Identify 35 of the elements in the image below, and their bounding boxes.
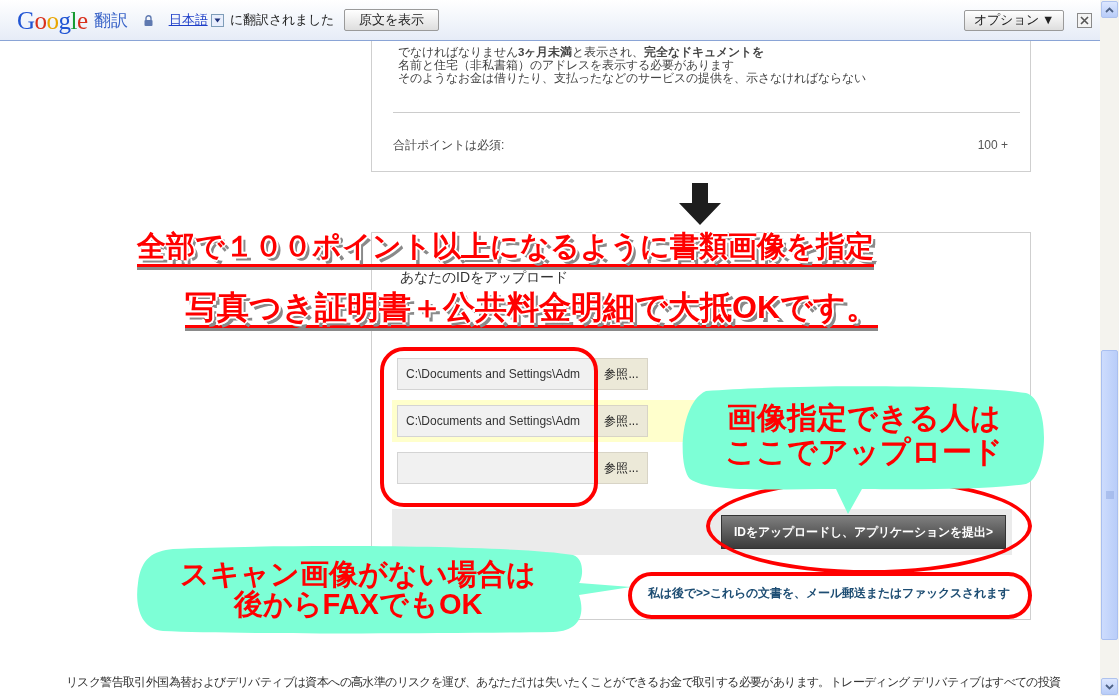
scrollbar-thumb[interactable] [1101, 350, 1118, 640]
browse-button[interactable]: 参照... [595, 405, 648, 437]
show-original-button[interactable]: 原文を表示 [343, 9, 439, 31]
language-link[interactable]: 日本語 [168, 10, 208, 30]
service-label: 翻訳 [93, 11, 128, 29]
callout-text: 画像指定できる人は ここでアップロード [724, 401, 1004, 469]
scroll-down-button[interactable] [1101, 678, 1118, 695]
dropdown-icon[interactable] [210, 13, 224, 27]
annotation-banner-text: 全部で１００ポイント以上になるように書類画像を指定 [137, 228, 874, 267]
requirement-text: でなければなりません3ヶ月未満と表示され、完全なドキュメントを [398, 46, 766, 59]
callout-text: スキャン画像がない場合は 後からFAXでもOK [179, 559, 537, 619]
chevron-up-icon [1105, 6, 1114, 13]
requirement-text: そのようなお金は借りたり、支払ったなどのサービスの提供を、示さなければならない [398, 72, 867, 85]
browse-button[interactable]: 参照... [595, 452, 648, 484]
disclaimer-text: リスク警告取引外国為替およびデリバティブは資本への高水準のリスクを運び、あなただけは失いたくことができるお金で取引する必要があります。トレーディング デリバティブはすべての投資 [66, 675, 1061, 689]
close-icon[interactable] [1077, 12, 1092, 28]
file-path-field[interactable]: C:\Documents and Settings\Adm [397, 358, 595, 390]
file-path-field[interactable] [397, 452, 595, 484]
status-text: に翻訳されました [229, 11, 334, 30]
total-points-value: 100 + [977, 138, 1008, 152]
mail-later-link[interactable]: 私は後で>>これらの文書を、メール郵送またはファックスされます [648, 586, 1010, 600]
grip-icon [1105, 491, 1114, 499]
annotation-banner-text: 写真つき証明書＋公共料金明細で大抵OKです。 [185, 289, 878, 328]
total-points-label: 合計ポイントは必須: [393, 138, 505, 152]
chevron-down-icon [1105, 683, 1114, 690]
section-heading: あなたのIDをアップロード [400, 269, 568, 285]
submit-button[interactable]: IDをアップロードし、アプリケーションを提出> [721, 515, 1006, 549]
file-path-field[interactable]: C:\Documents and Settings\Adm [397, 405, 595, 437]
options-button[interactable]: オプション ▼ [964, 9, 1064, 31]
logo-text: Google [17, 7, 88, 33]
requirement-text: 名前と住宅（非私書箱）のアドレスを表示する必要があります [398, 59, 735, 72]
scroll-up-button[interactable] [1101, 1, 1118, 18]
lock-icon [143, 14, 153, 26]
down-arrow-icon [679, 183, 721, 225]
browse-button[interactable]: 参照... [595, 358, 648, 390]
